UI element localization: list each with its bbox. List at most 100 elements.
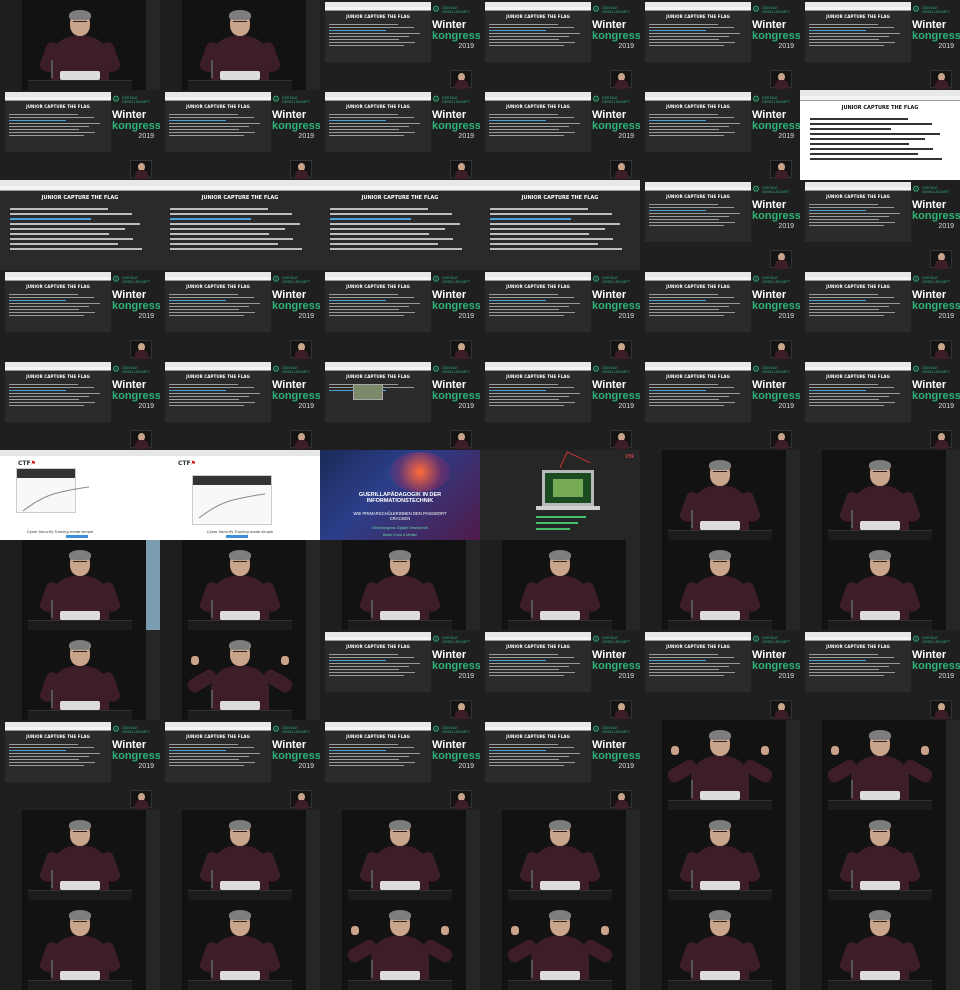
slide-text-line [329, 120, 386, 121]
slide-text-line [649, 207, 735, 208]
slide-screen: JUNIOR CAPTURE THE FLAG [645, 632, 751, 692]
event-year: 2019 [618, 673, 634, 680]
speaker-frame [480, 900, 640, 990]
slide-screen: JUNIOR CAPTURE THE FLAG [165, 362, 271, 422]
speaker-frame [640, 450, 800, 540]
slide-text-line [809, 393, 901, 394]
browser-urlbar [485, 97, 591, 101]
gear-icon: ⚙ [912, 5, 921, 15]
slide-text-line [809, 675, 885, 676]
speaker-frame [160, 810, 320, 900]
gear-icon: ⚙ [912, 185, 921, 195]
slide-text-line [329, 309, 399, 310]
slide-screen: JUNIOR CAPTURE THE FLAG [805, 362, 911, 422]
event-branding: ⚙ DIGITALE GESELLSCHAFT Winter kongress 2019 [272, 726, 320, 771]
browser-urlbar [325, 97, 431, 101]
slide-text-line [169, 123, 261, 124]
event-year: 2019 [458, 763, 474, 770]
slide-text-line [809, 294, 878, 295]
podium [668, 620, 772, 630]
slide-text-line [170, 233, 270, 235]
ctf-logo: CTF⚑ [178, 460, 196, 467]
microphone [371, 960, 374, 978]
speaker-hand [601, 926, 609, 935]
browser-urlbar [0, 186, 160, 191]
slide-screen: JUNIOR CAPTURE THE FLAG [485, 92, 591, 152]
speaker-hair [709, 460, 731, 470]
speaker-pip [290, 430, 312, 449]
event-logo-text: DIGITALE GESELLSCHAFT [442, 276, 470, 285]
speaker-frame [160, 630, 320, 720]
slide-text-line [170, 238, 294, 240]
slide-text-line [810, 143, 910, 145]
slide-frame: JUNIOR CAPTURE THE FLAG ⚙ DIGITALE GESELLSC… [480, 90, 640, 180]
slide-text-line [330, 228, 445, 230]
slide-text-line [9, 120, 66, 121]
event-title-word2: kongress [752, 390, 800, 402]
logo-line: GESELLSCHAFT [442, 9, 470, 14]
speaker-pip [770, 340, 792, 359]
logo-line: GESELLSCHAFT [442, 279, 470, 284]
slide-screen: JUNIOR CAPTURE THE FLAG [485, 632, 591, 692]
logo-line: GESELLSCHAFT [122, 279, 150, 284]
speaker-frame [480, 810, 640, 900]
laptop [860, 791, 900, 800]
event-year: 2019 [298, 313, 314, 320]
event-year: 2019 [778, 223, 794, 230]
stage-wall [306, 810, 320, 900]
browser-urlbar [645, 367, 751, 371]
laptop [380, 971, 420, 980]
slide-text-line [330, 218, 412, 220]
event-logo: ⚙ DIGITALE GESELLSCHAFT [112, 726, 154, 735]
slide-text-line [649, 405, 725, 406]
slide-text-line [329, 657, 415, 658]
slide-text-line [649, 33, 741, 34]
speaker-glasses [873, 921, 887, 924]
stage-wall [800, 720, 822, 810]
slide-text-line [649, 117, 735, 118]
podium [828, 800, 932, 810]
event-year: 2019 [618, 43, 634, 50]
slide-text-line [649, 315, 725, 316]
logo-line: GESELLSCHAFT [602, 639, 630, 644]
logo-line: GESELLSCHAFT [922, 279, 950, 284]
speaker-glasses [73, 831, 87, 834]
slide-text-line [490, 218, 572, 220]
speaker-pip [930, 700, 952, 719]
browser-urlbar [645, 7, 751, 11]
event-year: 2019 [458, 673, 474, 680]
laptop [700, 521, 740, 530]
slide-text-line [170, 208, 268, 210]
slide-text-line [809, 216, 890, 217]
event-year: 2019 [938, 223, 954, 230]
speaker-pip [450, 70, 472, 89]
speaker-hair [69, 640, 91, 650]
slide-text-line [809, 387, 895, 388]
speaker-glasses [393, 921, 407, 924]
slide-bullets [485, 649, 591, 681]
event-logo: ⚙ DIGITALE GESELLSCHAFT [912, 186, 954, 195]
microphone [691, 870, 694, 888]
slide-text-line [9, 117, 95, 118]
slide-text-line [9, 135, 85, 136]
event-logo-text: DIGITALE GESELLSCHAFT [602, 636, 630, 645]
speaker-glasses [73, 921, 87, 924]
microphone [51, 960, 54, 978]
slide-text-line [170, 248, 302, 250]
slide-text-line [489, 387, 575, 388]
event-logo: ⚙ DIGITALE GESELLSCHAFT [432, 96, 474, 105]
podium [828, 890, 932, 900]
event-logo: ⚙ DIGITALE GESELLSCHAFT [752, 366, 794, 375]
event-title-word2: kongress [752, 300, 800, 312]
event-logo: ⚙ DIGITALE GESELLSCHAFT [432, 366, 474, 375]
slide-text-line [649, 657, 735, 658]
podium [28, 980, 132, 990]
event-logo-text: DIGITALE GESELLSCHAFT [762, 186, 790, 195]
stage-wall [946, 810, 960, 900]
slide-text-line [649, 666, 730, 667]
slide-text-line [489, 132, 576, 133]
slide-text-line [489, 297, 575, 298]
slide-text-line [329, 303, 421, 304]
event-year: 2019 [778, 313, 794, 320]
microphone [51, 600, 54, 618]
